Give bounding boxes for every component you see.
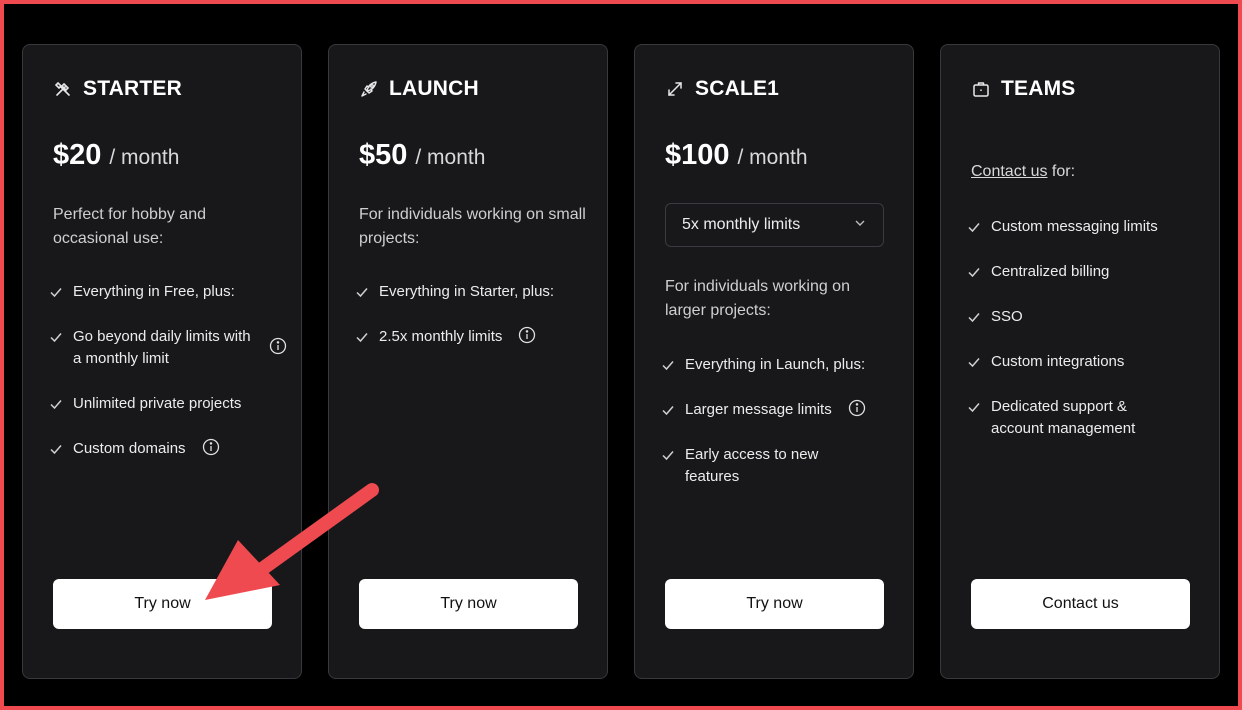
feature-item: Custom messaging limits (967, 216, 1203, 238)
feature-item: Larger message limits (661, 399, 897, 421)
plan-card-teams: TEAMS Contact us for: Custom messaging l… (940, 44, 1220, 679)
price-period: / month (109, 146, 180, 169)
try-now-button[interactable]: Try now (665, 579, 884, 629)
contact-line: Contact us for: (971, 163, 1075, 181)
contact-us-link[interactable]: Contact us (971, 163, 1047, 180)
price-amount: $20 (53, 139, 102, 171)
plan-card-scale1: SCALE1 $100 / month 5x monthly limits Fo… (634, 44, 914, 679)
feature-text: Dedicated support & account management (991, 398, 1136, 437)
plan-name: LAUNCH (389, 77, 479, 100)
info-icon[interactable] (518, 326, 536, 344)
feature-item: SSO (967, 306, 1203, 328)
contact-suffix: for: (1047, 163, 1076, 180)
check-icon (661, 354, 675, 376)
briefcase-icon (971, 79, 991, 99)
plan-name: SCALE1 (695, 77, 780, 100)
check-icon (661, 399, 675, 421)
price: $50 / month (359, 139, 485, 172)
limits-select-value: 5x monthly limits (682, 216, 801, 233)
check-icon (967, 396, 981, 418)
feature-item: Unlimited private projects (49, 393, 285, 415)
limits-select[interactable]: 5x monthly limits (665, 203, 884, 247)
info-icon[interactable] (269, 337, 287, 355)
feature-item: Custom domains (49, 438, 285, 460)
feature-item: 2.5x monthly limits (355, 326, 591, 348)
feature-text: Larger message limits (685, 401, 832, 418)
plan-description: Perfect for hobby and occasional use: (53, 206, 206, 247)
price-period: / month (415, 146, 486, 169)
check-icon (49, 393, 63, 415)
chevron-down-icon (853, 216, 867, 235)
feature-item: Early access to new features (661, 444, 897, 488)
tools-icon (53, 79, 73, 99)
plan-name: STARTER (83, 77, 183, 100)
feature-text: Centralized billing (991, 263, 1110, 280)
feature-text: Custom domains (73, 440, 186, 457)
feature-item: Go beyond daily limits with a monthly li… (49, 326, 287, 370)
feature-text: Go beyond daily limits with a monthly li… (73, 328, 251, 367)
check-icon (49, 326, 63, 348)
check-icon (967, 261, 981, 283)
feature-list: Custom messaging limits Centralized bill… (967, 216, 1203, 463)
check-icon (967, 306, 981, 328)
feature-text: SSO (991, 308, 1023, 325)
info-icon[interactable] (848, 399, 866, 417)
price-amount: $50 (359, 139, 408, 171)
feature-list: Everything in Free, plus: Go beyond dail… (49, 281, 287, 483)
check-icon (355, 326, 369, 348)
check-icon (49, 438, 63, 460)
feature-item: Everything in Launch, plus: (661, 354, 897, 376)
plan-name: TEAMS (1001, 77, 1076, 100)
feature-text: 2.5x monthly limits (379, 328, 503, 345)
feature-item: Everything in Free, plus: (49, 281, 285, 303)
info-icon[interactable] (202, 438, 220, 456)
try-now-button[interactable]: Try now (53, 579, 272, 629)
feature-item: Dedicated support & account management (967, 396, 1203, 440)
try-now-button[interactable]: Try now (359, 579, 578, 629)
price-amount: $100 (665, 139, 730, 171)
feature-list: Everything in Starter, plus: 2.5x monthl… (355, 281, 591, 371)
feature-item: Centralized billing (967, 261, 1203, 283)
feature-text: Custom integrations (991, 353, 1125, 370)
feature-item: Custom integrations (967, 351, 1203, 373)
feature-text: Custom messaging limits (991, 218, 1158, 235)
expand-arrows-icon (665, 79, 685, 99)
rocket-icon (359, 79, 379, 99)
check-icon (967, 216, 981, 238)
price-period: / month (737, 146, 808, 169)
check-icon (661, 444, 675, 466)
plan-description: For individuals working on small project… (359, 206, 586, 247)
feature-text: Unlimited private projects (73, 395, 242, 412)
feature-list: Everything in Launch, plus: Larger messa… (661, 354, 897, 511)
check-icon (355, 281, 369, 303)
plan-description: For individuals working on larger projec… (665, 278, 850, 319)
price: $20 / month (53, 139, 179, 172)
feature-text: Early access to new features (685, 446, 819, 485)
plan-card-launch: LAUNCH $50 / month For individuals worki… (328, 44, 608, 679)
check-icon (49, 281, 63, 303)
check-icon (967, 351, 981, 373)
contact-us-button[interactable]: Contact us (971, 579, 1190, 629)
plan-card-starter: STARTER $20 / month Perfect for hobby an… (22, 44, 302, 679)
price: $100 / month (665, 139, 808, 172)
feature-text: Everything in Free, plus: (73, 283, 235, 300)
feature-text: Everything in Launch, plus: (685, 356, 866, 373)
feature-item: Everything in Starter, plus: (355, 281, 591, 303)
feature-text: Everything in Starter, plus: (379, 283, 555, 300)
